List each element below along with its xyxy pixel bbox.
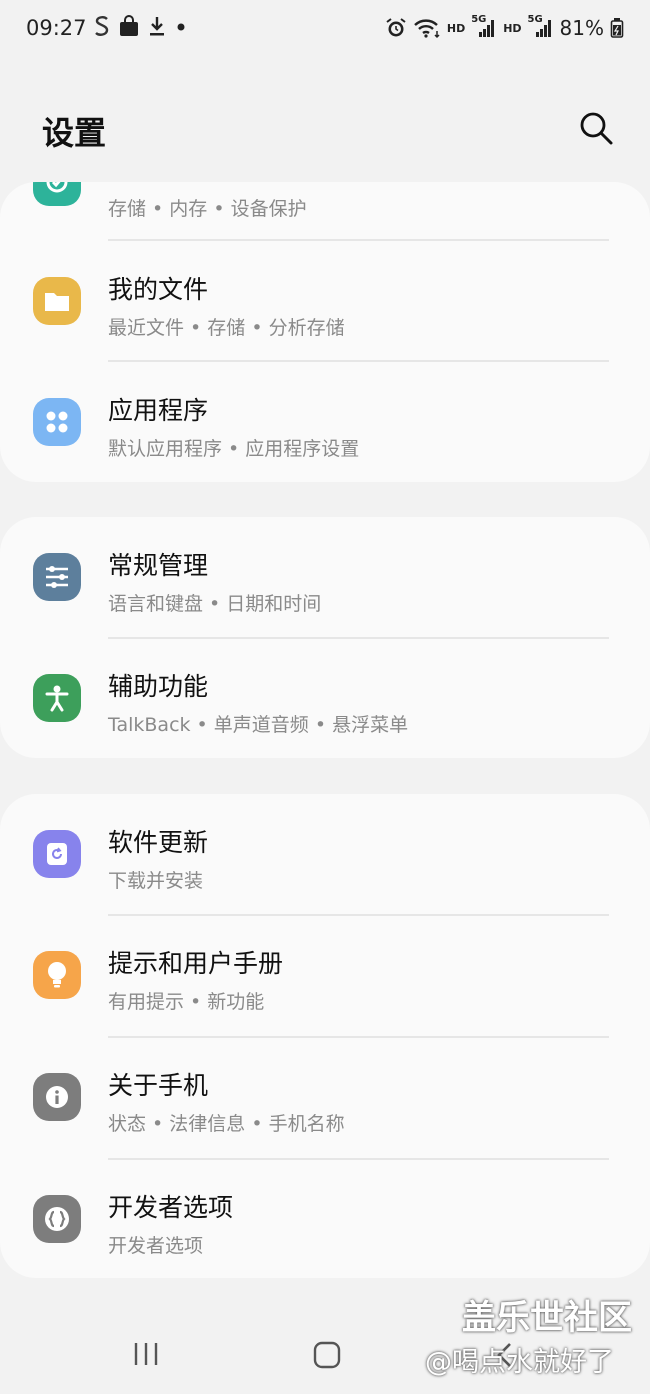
hd-icon: HD [446,21,466,35]
shopping-bag-icon [120,15,138,36]
download-icon [150,17,164,36]
page-title: 设置 [42,114,107,152]
status-time: 09:27 [26,16,87,40]
settings-item-subtitle: 下载并安装 [108,870,204,892]
settings-item-subtitle: 语言和键盘 • 日期和时间 [108,593,322,615]
search-button[interactable] [574,106,618,150]
lightbulb-icon [33,951,81,999]
status-bar: 09:27 HD 5G HD 5G 81% [0,0,650,60]
status-right-icons: HD 5G HD 5G 81% [385,14,624,40]
settings-item-general-management[interactable]: 常规管理 语言和键盘 • 日期和时间 [0,517,650,637]
settings-item-device-care[interactable]: 存储 • 内存 • 设备保护 [0,182,650,242]
watermark-author: @喝点水就好了 [425,1347,614,1378]
hd-icon: HD [503,21,522,35]
info-icon [33,1073,81,1121]
settings-item-subtitle: 状态 • 法律信息 • 手机名称 [108,1113,345,1135]
settings-card-2: 常规管理 语言和键盘 • 日期和时间 辅助功能 TalkBack • 单声道音频… [0,517,650,758]
settings-item-title: 我的文件 [108,275,209,304]
settings-item-about-phone[interactable]: 关于手机 状态 • 法律信息 • 手机名称 [0,1037,650,1157]
signal-5g-icon: 5G [528,14,554,39]
settings-item-title: 常规管理 [108,551,209,580]
sliders-icon [33,553,81,601]
settings-item-title: 辅助功能 [108,672,209,701]
folder-icon [33,277,81,325]
alarm-icon [386,18,406,37]
settings-item-title: 关于手机 [108,1071,209,1100]
settings-item-my-files[interactable]: 我的文件 最近文件 • 存储 • 分析存储 [0,241,650,361]
battery-icon [610,18,624,38]
developer-braces-icon [33,1195,81,1243]
settings-item-title: 开发者选项 [108,1193,234,1222]
settings-item-title: 应用程序 [108,396,209,425]
settings-item-software-update[interactable]: 软件更新 下载并安装 [0,794,650,914]
settings-item-subtitle: 有用提示 • 新功能 [108,991,265,1013]
settings-item-subtitle: 开发者选项 [108,1235,204,1257]
search-icon [580,112,613,145]
settings-card-3: 软件更新 下载并安装 提示和用户手册 有用提示 • 新功能 关于手机 状态 • … [0,794,650,1278]
device-care-icon [33,182,81,206]
settings-card-1: 存储 • 内存 • 设备保护 我的文件 最近文件 • 存储 • 分析存储 应用程… [0,182,650,482]
settings-item-developer-options[interactable]: 开发者选项 开发者选项 [0,1159,650,1278]
settings-item-accessibility[interactable]: 辅助功能 TalkBack • 单声道音频 • 悬浮菜单 [0,638,650,758]
watermark-community: 盖乐世社区 [462,1298,632,1338]
settings-item-tips-manual[interactable]: 提示和用户手册 有用提示 • 新功能 [0,915,650,1035]
battery-percent: 81% [559,16,604,40]
settings-item-title: 软件更新 [108,828,209,857]
settings-item-subtitle: 存储 • 内存 • 设备保护 [108,198,307,220]
home-icon[interactable] [312,1340,342,1370]
samsung-s-icon [95,16,109,36]
settings-item-subtitle: TalkBack • 单声道音频 • 悬浮菜单 [108,714,409,736]
recents-icon[interactable] [130,1340,162,1368]
software-update-icon [33,830,81,878]
settings-item-subtitle: 最近文件 • 存储 • 分析存储 [108,317,345,339]
wifi-icon [414,19,440,39]
settings-item-title: 提示和用户手册 [108,949,284,978]
settings-item-apps[interactable]: 应用程序 默认应用程序 • 应用程序设置 [0,362,650,482]
signal-5g-icon: 5G [471,14,497,39]
apps-icon [33,398,81,446]
accessibility-icon [33,674,81,722]
status-left-icons [94,15,188,37]
settings-item-subtitle: 默认应用程序 • 应用程序设置 [108,438,360,460]
dot-icon [177,23,185,31]
